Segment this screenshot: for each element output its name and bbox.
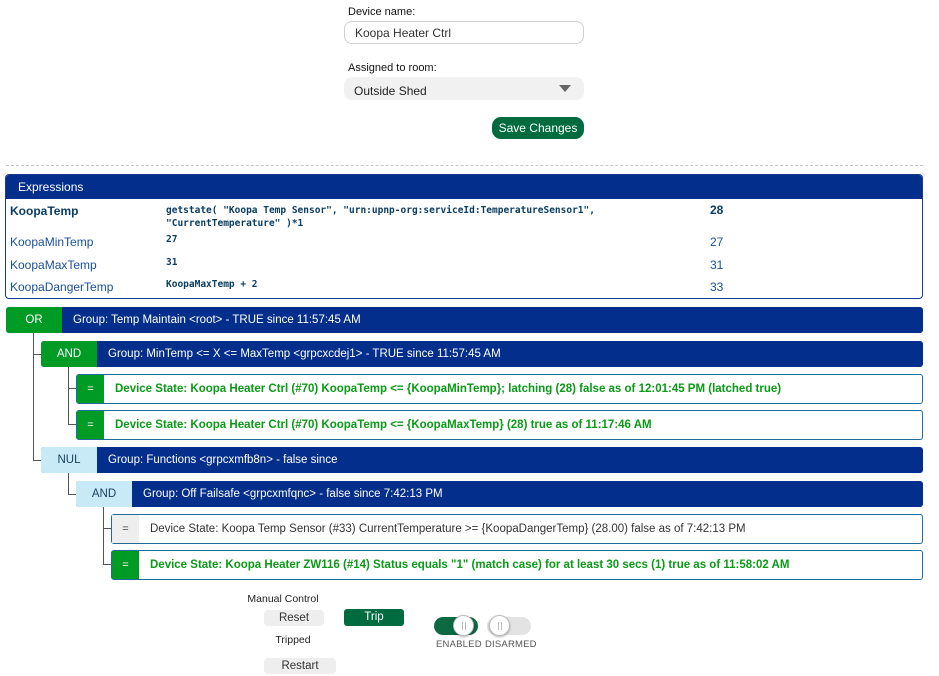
tree-connector: [68, 472, 69, 494]
condition-operator: =: [77, 411, 104, 439]
group-title: Group: Functions <grpcxmfb8n> - false si…: [108, 454, 338, 466]
condition-text: Device State: Koopa Heater ZW116 (#14) S…: [150, 559, 790, 571]
condition-heater-status[interactable]: = Device State: Koopa Heater ZW116 (#14)…: [111, 550, 923, 580]
tree-connector: [68, 424, 76, 425]
expression-row: KoopaDangerTemp KoopaMaxTemp + 2 33: [6, 279, 922, 302]
manual-control-label: Manual Control: [247, 593, 319, 605]
enabled-toggle[interactable]: [434, 615, 480, 637]
tripped-status-label: Tripped: [275, 634, 311, 646]
expression-row: KoopaMaxTemp 31 31: [6, 257, 922, 280]
save-changes-button[interactable]: Save Changes: [492, 117, 584, 139]
disarmed-label: DISARMED: [485, 639, 537, 650]
expression-text-line1: getstate( "Koopa Temp Sensor", "urn:upnp…: [166, 205, 595, 216]
enabled-label: ENABLED: [436, 639, 482, 650]
tree-connector: [33, 460, 41, 461]
expression-row: KoopaTemp getstate( "Koopa Temp Sensor",…: [6, 203, 922, 229]
expression-name: KoopaMinTemp: [10, 235, 94, 249]
condition-text: Device State: Koopa Heater Ctrl (#70) Ko…: [115, 383, 782, 395]
room-select[interactable]: Outside Shed: [344, 77, 584, 100]
expression-name: KoopaTemp: [10, 204, 79, 218]
expression-text-line1: 27: [166, 234, 178, 245]
device-name-label: Device name:: [348, 6, 416, 18]
expression-value: 28: [710, 203, 724, 217]
group-mintemp-maxtemp[interactable]: AND Group: MinTemp <= X <= MaxTemp <grpc…: [41, 341, 923, 367]
tree-connector: [33, 354, 41, 355]
condition-text: Device State: Koopa Heater Ctrl (#70) Ko…: [115, 419, 652, 431]
room-select-value: Outside Shed: [354, 84, 427, 98]
room-label: Assigned to room:: [348, 62, 437, 74]
condition-text: Device State: Koopa Temp Sensor (#33) Cu…: [150, 523, 746, 535]
expression-text-line1: KoopaMaxTemp + 2: [166, 279, 258, 290]
expression-text-line1: 31: [166, 257, 178, 268]
device-name-input[interactable]: [344, 21, 584, 44]
expression-value: 31: [710, 258, 724, 272]
tree-connector: [68, 494, 76, 495]
section-divider: [6, 165, 923, 166]
tree-connector: [103, 564, 111, 565]
group-title: Group: Temp Maintain <root> - TRUE since…: [73, 314, 361, 326]
condition-min-temp[interactable]: = Device State: Koopa Heater Ctrl (#70) …: [76, 374, 923, 404]
enabled-toggle-knob[interactable]: [453, 615, 474, 636]
expression-row: KoopaMinTemp 27 27: [6, 234, 922, 257]
group-operator-and[interactable]: AND: [76, 481, 132, 507]
trip-button[interactable]: Trip: [344, 609, 404, 626]
group-operator-or[interactable]: OR: [6, 307, 62, 333]
expressions-header: Expressions: [6, 175, 922, 199]
expression-value: 27: [710, 235, 724, 249]
expression-value: 33: [710, 280, 724, 294]
condition-operator: =: [112, 515, 139, 543]
expression-name: KoopaMaxTemp: [10, 258, 97, 272]
armed-toggle[interactable]: [487, 615, 533, 637]
expression-name: KoopaDangerTemp: [10, 280, 114, 294]
expressions-panel: Expressions KoopaTemp getstate( "Koopa T…: [5, 174, 923, 299]
armed-toggle-knob[interactable]: [489, 615, 510, 636]
tree-connector: [68, 388, 76, 389]
tree-connector: [103, 507, 104, 564]
group-operator-and[interactable]: AND: [41, 341, 97, 367]
group-title: Group: MinTemp <= X <= MaxTemp <grpcxcde…: [108, 348, 501, 360]
expression-text-line2: "CurrentTemperature" )*1: [166, 218, 304, 229]
group-root[interactable]: OR Group: Temp Maintain <root> - TRUE si…: [6, 307, 923, 333]
condition-danger-temp[interactable]: = Device State: Koopa Temp Sensor (#33) …: [111, 514, 923, 544]
group-title: Group: Off Failsafe <grpcxmfqnc> - false…: [143, 488, 443, 500]
condition-operator: =: [112, 551, 139, 579]
condition-max-temp[interactable]: = Device State: Koopa Heater Ctrl (#70) …: [76, 410, 923, 440]
group-functions[interactable]: NUL Group: Functions <grpcxmfb8n> - fals…: [41, 447, 923, 473]
tree-connector: [33, 333, 34, 460]
tree-connector: [103, 528, 111, 529]
group-off-failsafe[interactable]: AND Group: Off Failsafe <grpcxmfqnc> - f…: [76, 481, 923, 507]
group-operator-nul[interactable]: NUL: [41, 447, 97, 473]
condition-operator: =: [77, 375, 104, 403]
restart-button[interactable]: Restart: [264, 658, 336, 674]
tree-connector: [68, 367, 69, 424]
reset-button[interactable]: Reset: [264, 610, 324, 626]
chevron-down-icon: [559, 85, 571, 92]
